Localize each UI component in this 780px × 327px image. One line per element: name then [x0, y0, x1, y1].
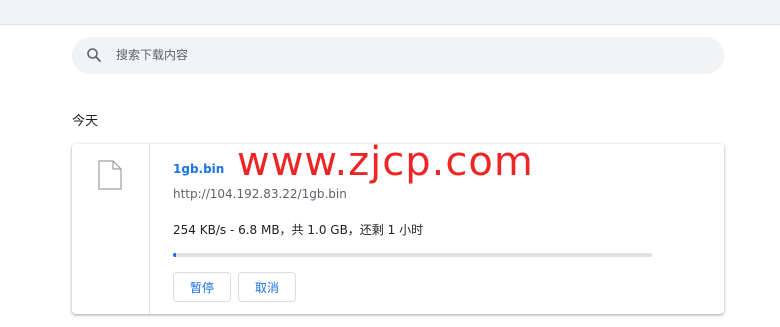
pause-button[interactable]: 暂停 — [173, 272, 231, 302]
download-status: 254 KB/s - 6.8 MB，共 1.0 GB，还剩 1 小时 — [173, 223, 424, 237]
search-input[interactable] — [116, 43, 696, 67]
file-url: http://104.192.83.22/1gb.bin — [173, 187, 347, 201]
search-icon — [87, 48, 101, 62]
search-bar[interactable] — [72, 37, 724, 74]
file-icon — [98, 160, 122, 190]
top-bar — [0, 0, 780, 25]
progress-bar-fill — [173, 253, 177, 257]
cancel-button[interactable]: 取消 — [238, 272, 296, 302]
progress-bar — [173, 253, 652, 257]
file-icon-column — [72, 144, 150, 314]
watermark: www.zjcp.com — [237, 139, 534, 185]
file-name-link[interactable]: 1gb.bin — [173, 162, 224, 176]
section-title-today: 今天 — [72, 114, 99, 129]
